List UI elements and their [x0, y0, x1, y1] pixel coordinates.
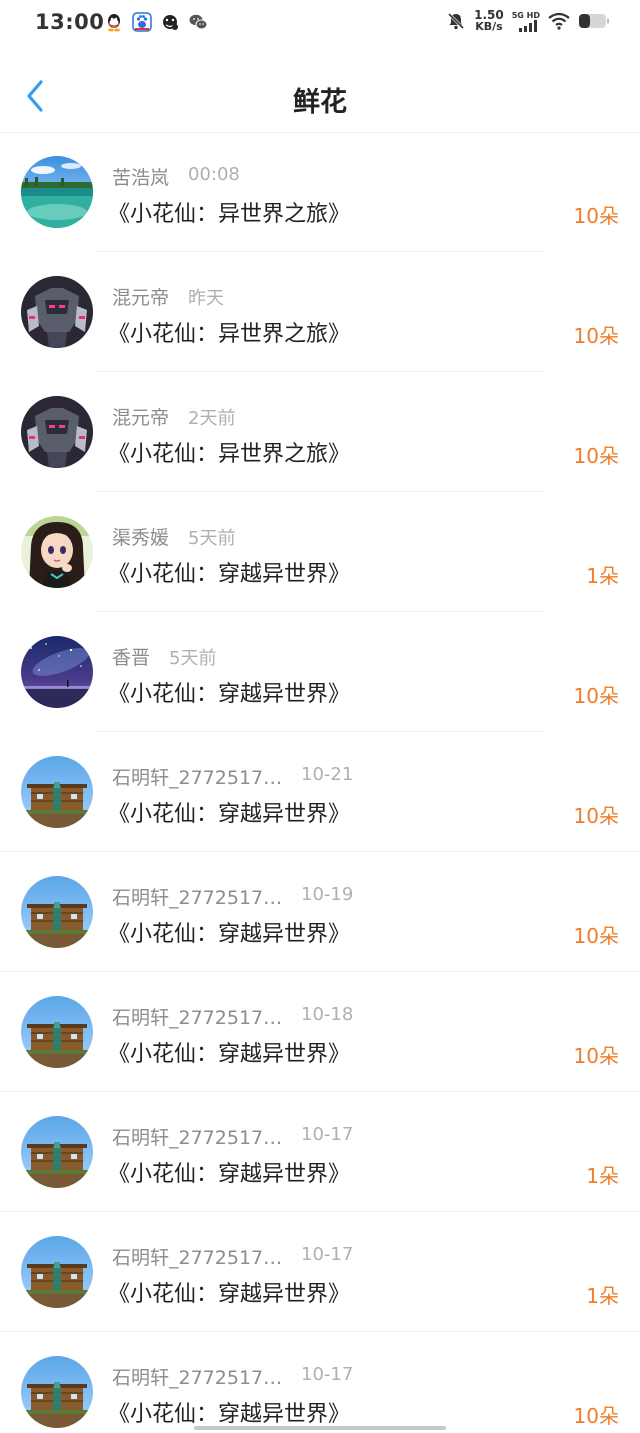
flowers-page: 13:00 1.50 KB/s 5G HD 鲜花 苦浩岚 00:08 《小花仙：…: [0, 0, 640, 1433]
flower-quantity: 10朵: [573, 204, 619, 228]
user-name[interactable]: 石明轩_2772517…: [112, 1003, 282, 1030]
app-icon: [163, 15, 178, 30]
avatar-image: [21, 276, 93, 348]
book-title[interactable]: 《小花仙：异世界之旅》: [108, 316, 350, 348]
net-speed-unit: KB/s: [475, 20, 503, 33]
flower-quantity: 10朵: [573, 924, 619, 948]
flower-list: 苦浩岚 00:08 《小花仙：异世界之旅》 10朵 混元帝 昨天 《小花仙：异世界之旅》 1…: [0, 132, 640, 1433]
timestamp: 00:08: [188, 164, 240, 185]
avatar-image: [21, 1116, 93, 1188]
book-title[interactable]: 《小花仙：异世界之旅》: [108, 196, 350, 228]
avatar[interactable]: [21, 156, 93, 228]
flower-quantity: 10朵: [573, 1404, 619, 1428]
user-name[interactable]: 石明轩_2772517…: [112, 1123, 282, 1150]
status-time: 13:00: [35, 10, 105, 34]
list-item[interactable]: 石明轩_2772517… 10-17 《小花仙：穿越异世界》 10朵: [0, 1332, 640, 1433]
flower-quantity: 10朵: [573, 804, 619, 828]
avatar-image: [21, 396, 93, 468]
book-title[interactable]: 《小花仙：穿越异世界》: [108, 676, 350, 708]
list-item[interactable]: 石明轩_2772517… 10-21 《小花仙：穿越异世界》 10朵: [0, 732, 640, 852]
list-item[interactable]: 石明轩_2772517… 10-18 《小花仙：穿越异世界》 10朵: [0, 972, 640, 1092]
timestamp: 10-17: [301, 1364, 354, 1385]
status-bar: 13:00 1.50 KB/s 5G HD: [0, 0, 640, 50]
avatar[interactable]: [21, 636, 93, 708]
avatar[interactable]: [21, 1236, 93, 1308]
user-name[interactable]: 混元帝: [112, 283, 169, 310]
flower-quantity: 10朵: [573, 1044, 619, 1068]
book-title[interactable]: 《小花仙：穿越异世界》: [108, 1156, 350, 1188]
list-item[interactable]: 香晋 5天前《小花仙：穿越异世界》 10朵: [0, 612, 640, 732]
avatar[interactable]: [21, 396, 93, 468]
book-title[interactable]: 《小花仙：穿越异世界》: [108, 1396, 350, 1428]
nav-header: 鲜花: [0, 50, 640, 133]
battery-icon: [579, 14, 609, 28]
net-speed: 1.50 KB/s: [474, 9, 504, 33]
avatar-image: [21, 876, 93, 948]
user-name[interactable]: 石明轩_2772517…: [112, 763, 282, 790]
list-item[interactable]: 石明轩_2772517… 10-17 《小花仙：穿越异世界》 1朵: [0, 1212, 640, 1332]
timestamp: 5天前: [169, 648, 217, 669]
avatar[interactable]: [21, 516, 93, 588]
timestamp: 10-17: [301, 1124, 354, 1145]
avatar-image: [21, 996, 93, 1068]
list-item[interactable]: 混元帝 昨天《小花仙：异世界之旅》 10朵: [0, 252, 640, 372]
user-name[interactable]: 石明轩_2772517…: [112, 883, 282, 910]
avatar[interactable]: [21, 1356, 93, 1428]
avatar-image: [21, 756, 93, 828]
book-title[interactable]: 《小花仙：异世界之旅》: [108, 436, 350, 468]
timestamp: 5天前: [188, 528, 236, 549]
wifi-icon: [548, 12, 570, 30]
book-title[interactable]: 《小花仙：穿越异世界》: [108, 556, 350, 588]
flower-quantity: 10朵: [573, 684, 619, 708]
avatar[interactable]: [21, 1116, 93, 1188]
timestamp: 10-21: [301, 764, 354, 785]
timestamp: 10-18: [301, 1004, 354, 1025]
timestamp: 10-19: [301, 884, 354, 905]
flower-quantity: 10朵: [573, 324, 619, 348]
user-name[interactable]: 石明轩_2772517…: [112, 1243, 282, 1270]
list-item[interactable]: 混元帝 2天前《小花仙：异世界之旅》 10朵: [0, 372, 640, 492]
user-name[interactable]: 混元帝: [112, 403, 169, 430]
flower-quantity: 10朵: [573, 444, 619, 468]
avatar[interactable]: [21, 756, 93, 828]
list-item[interactable]: 石明轩_2772517… 10-19 《小花仙：穿越异世界》 10朵: [0, 852, 640, 972]
book-title[interactable]: 《小花仙：穿越异世界》: [108, 1276, 350, 1308]
avatar[interactable]: [21, 876, 93, 948]
page-title: 鲜花: [293, 87, 347, 118]
flower-quantity: 1朵: [586, 564, 619, 588]
avatar[interactable]: [21, 276, 93, 348]
list-item[interactable]: 渠秀媛 5天前《小花仙：穿越异世界》 1朵: [0, 492, 640, 612]
list-item[interactable]: 苦浩岚 00:08 《小花仙：异世界之旅》 10朵: [0, 132, 640, 252]
wechat-icon: [189, 14, 208, 30]
avatar-image: [21, 1236, 93, 1308]
book-title[interactable]: 《小花仙：穿越异世界》: [108, 796, 350, 828]
avatar[interactable]: [21, 996, 93, 1068]
baidu-icon: [132, 12, 152, 32]
signal-group: 5G HD: [512, 11, 540, 32]
timestamp: 2天前: [188, 408, 236, 429]
signal-icon: [519, 19, 537, 32]
mute-icon: [448, 12, 465, 30]
avatar-image: [21, 636, 93, 708]
avatar-image: [21, 516, 93, 588]
user-name[interactable]: 苦浩岚: [112, 163, 169, 190]
timestamp: 昨天: [188, 288, 224, 309]
home-indicator[interactable]: [194, 1426, 446, 1430]
qq-icon: [108, 14, 120, 32]
user-name[interactable]: 渠秀媛: [112, 523, 169, 550]
avatar-image: [21, 156, 93, 228]
book-title[interactable]: 《小花仙：穿越异世界》: [108, 916, 350, 948]
status-app-icons: [104, 12, 208, 32]
avatar-image: [21, 1356, 93, 1428]
network-type: 5G HD: [511, 10, 540, 20]
list-item[interactable]: 石明轩_2772517… 10-17 《小花仙：穿越异世界》 1朵: [0, 1092, 640, 1212]
timestamp: 10-17: [301, 1244, 354, 1265]
user-name[interactable]: 香晋: [112, 643, 150, 670]
flower-quantity: 1朵: [586, 1164, 619, 1188]
flower-quantity: 1朵: [586, 1284, 619, 1308]
user-name[interactable]: 石明轩_2772517…: [112, 1363, 282, 1390]
status-right: 1.50 KB/s 5G HD: [446, 9, 610, 33]
book-title[interactable]: 《小花仙：穿越异世界》: [108, 1036, 350, 1068]
